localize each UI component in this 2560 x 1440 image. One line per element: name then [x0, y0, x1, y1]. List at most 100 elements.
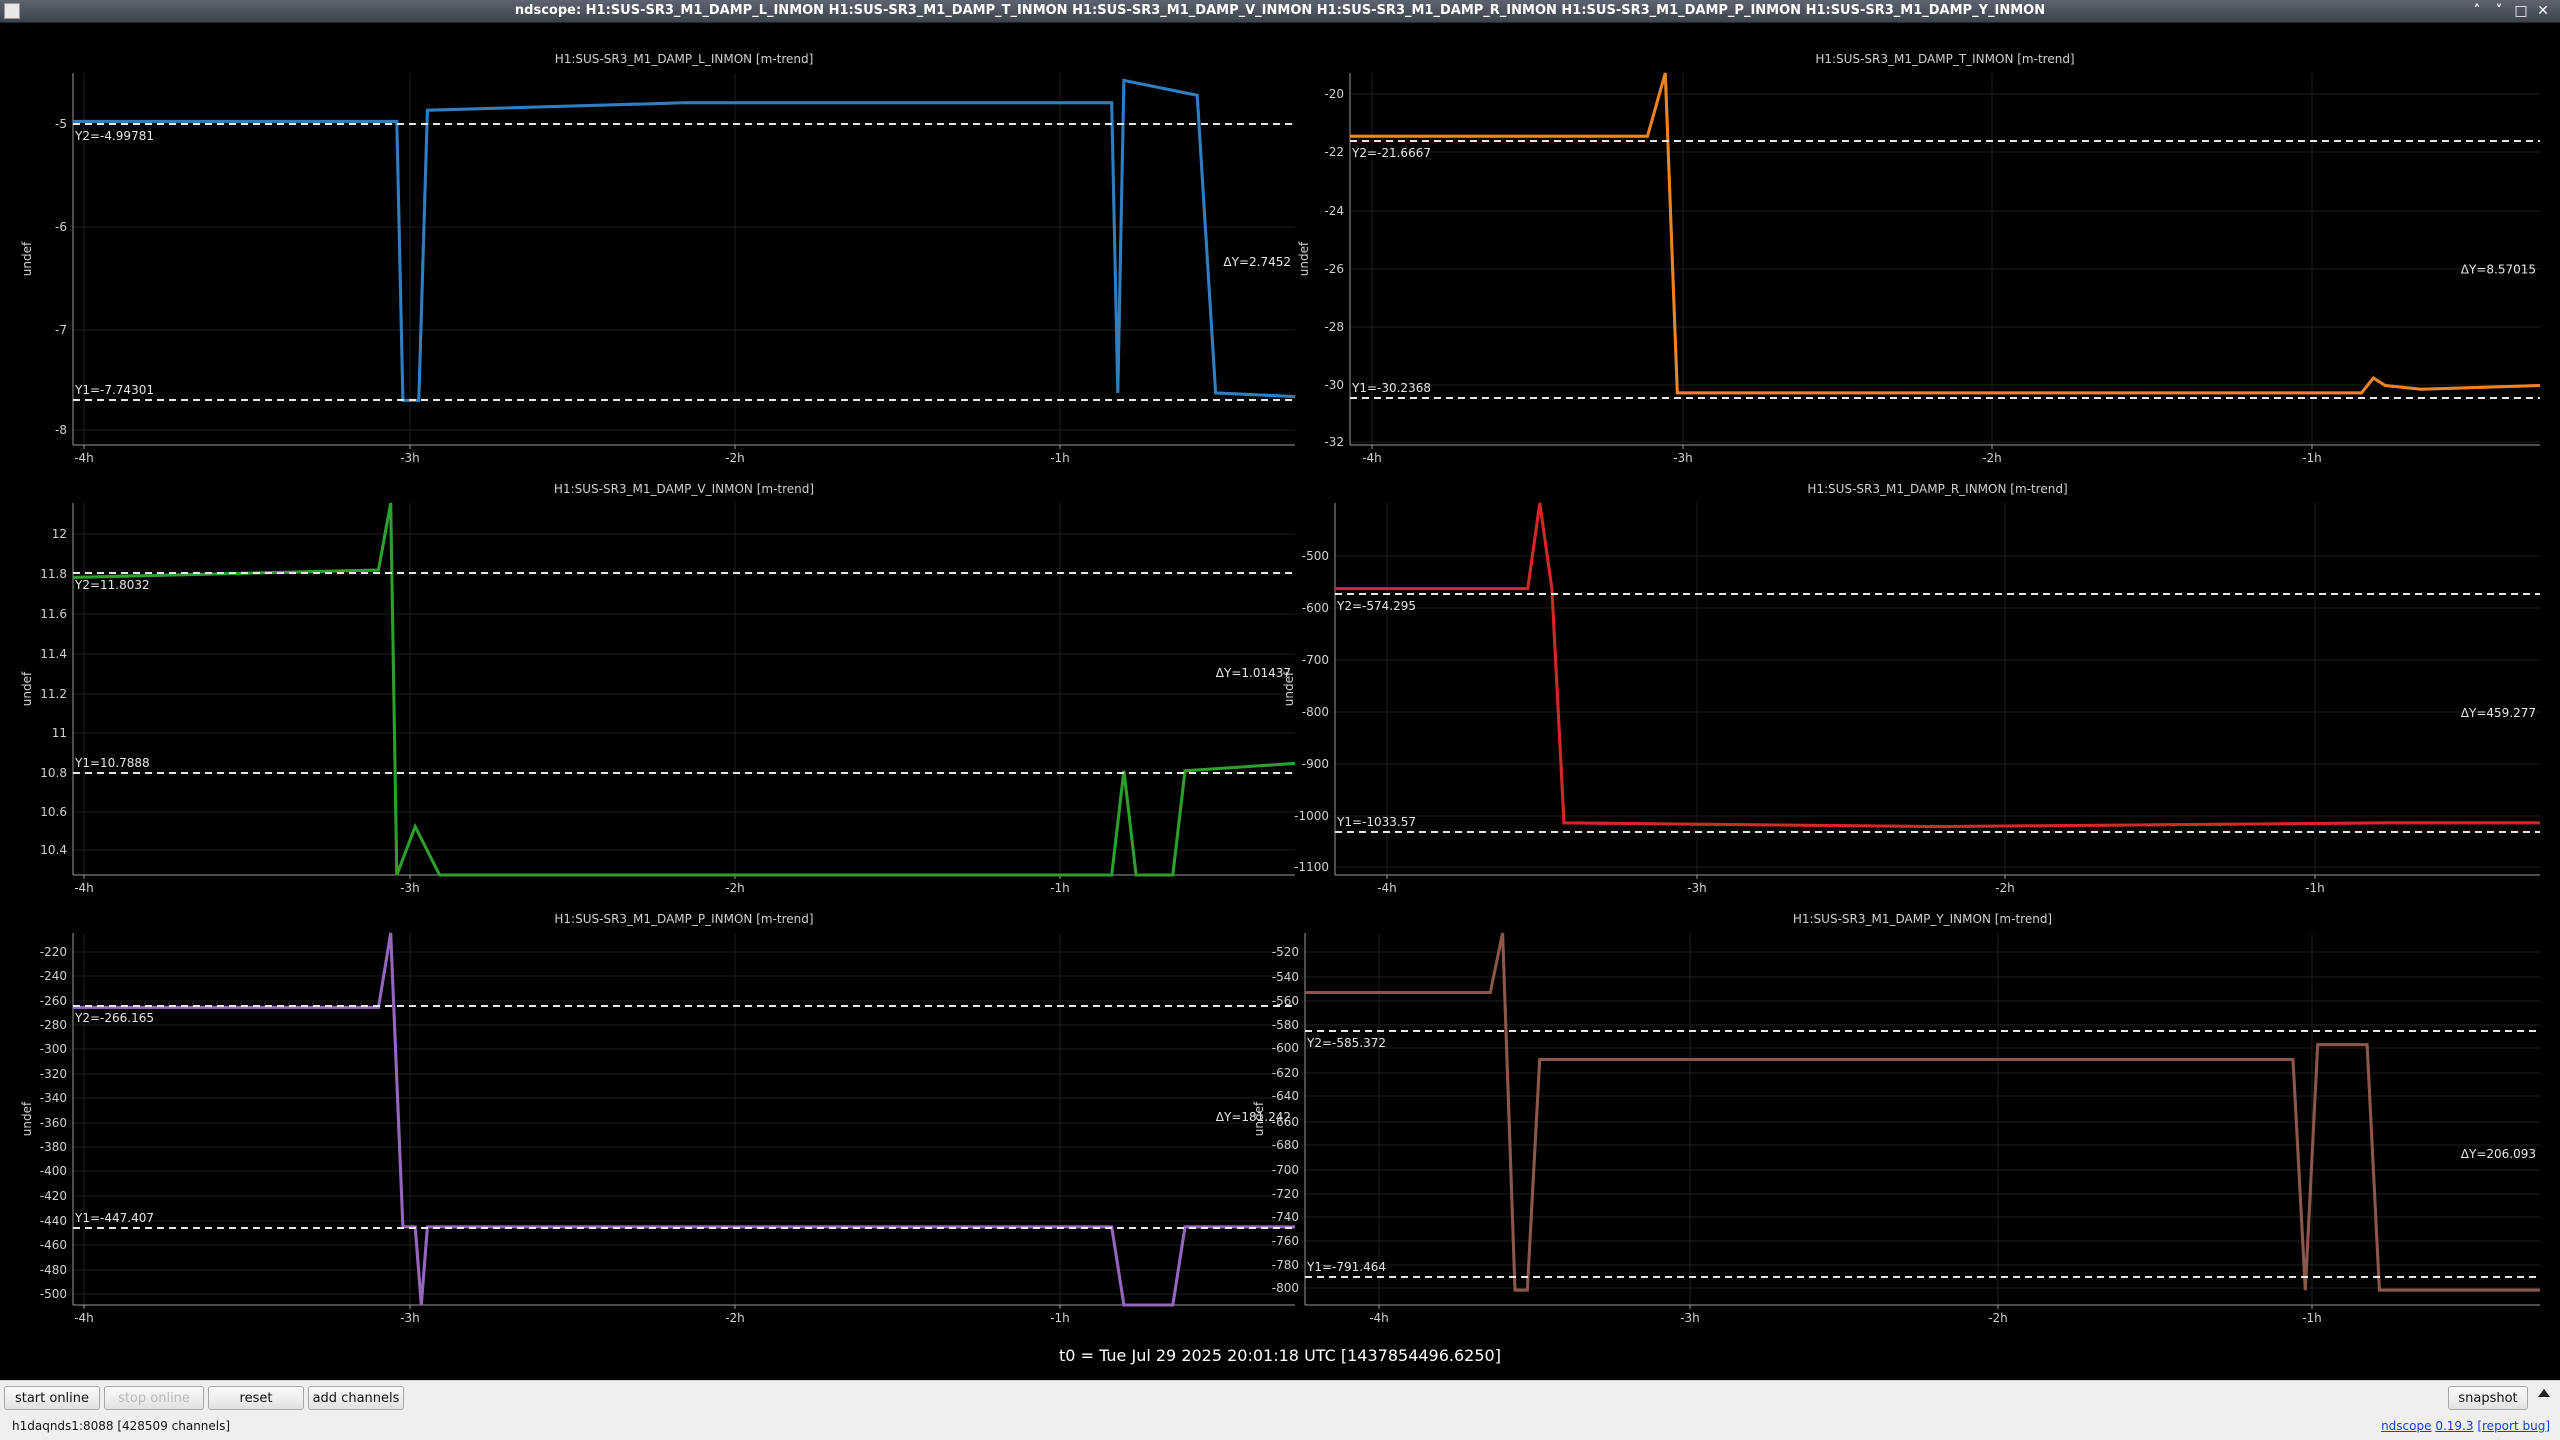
y-tick-label: -1000 — [1294, 809, 1329, 823]
plot-title: H1:SUS-SR3_M1_DAMP_P_INMON [m-trend] — [554, 912, 813, 926]
y-tick-label: -280 — [40, 1018, 67, 1032]
y-tick-label: 11.2 — [40, 687, 67, 701]
y-tick-label: 10.8 — [40, 766, 67, 780]
plot-panel[interactable]: H1:SUS-SR3_M1_DAMP_V_INMON [m-trend] unde… — [20, 482, 1296, 895]
reset-button[interactable]: reset — [208, 1386, 304, 1410]
y-axis-label: undef — [1282, 671, 1296, 706]
trace-minmax — [73, 932, 1295, 1307]
delta-y-label: ΔY=8.57015 — [2461, 263, 2536, 277]
y-tick-label: -440 — [40, 1214, 67, 1228]
plot-title: H1:SUS-SR3_M1_DAMP_Y_INMON [m-trend] — [1793, 912, 2052, 926]
x-tick-label: -3h — [400, 881, 420, 895]
y-tick-label: -30 — [1324, 378, 1344, 392]
plot-title: H1:SUS-SR3_M1_DAMP_V_INMON [m-trend] — [554, 482, 814, 496]
trace-minmax — [1350, 72, 2541, 395]
y-axis-label: undef — [20, 241, 34, 276]
y1-cursor-label: Y1=-7.74301 — [74, 383, 154, 397]
y-tick-label: -220 — [40, 945, 67, 959]
y-tick-label: -6 — [55, 220, 67, 234]
y-tick-label: -500 — [40, 1287, 67, 1301]
y-tick-label: -560 — [1272, 994, 1299, 1008]
x-tick-label: -4h — [1377, 881, 1397, 895]
trace-mean — [1305, 932, 2540, 1292]
y-tick-label: -420 — [40, 1189, 67, 1203]
x-tick-label: -3h — [1687, 881, 1707, 895]
x-tick-label: -4h — [1362, 451, 1382, 465]
y-tick-label: -240 — [40, 969, 67, 983]
y-tick-label: 10.4 — [40, 843, 67, 857]
start-online-button[interactable]: start online — [4, 1386, 100, 1410]
x-tick-label: -4h — [74, 451, 94, 465]
y-tick-label: -500 — [1302, 549, 1329, 563]
y-axis-label: undef — [1252, 1101, 1266, 1136]
t0-label: t0 = Tue Jul 29 2025 20:01:18 UTC [14378… — [1059, 1346, 1501, 1365]
x-tick-label: -4h — [74, 1311, 94, 1325]
y-tick-label: 12 — [52, 527, 67, 541]
delta-y-label: ΔY=206.093 — [2461, 1147, 2536, 1161]
y-tick-label: -580 — [1272, 1018, 1299, 1032]
y-tick-label: 11.8 — [40, 567, 67, 581]
y-tick-label: -5 — [55, 117, 67, 131]
y-tick-label: -320 — [40, 1067, 67, 1081]
x-tick-label: -1h — [1050, 451, 1070, 465]
ndscope-link[interactable]: ndscope — [2381, 1419, 2431, 1433]
y-tick-label: -900 — [1302, 757, 1329, 771]
y-tick-label: -1100 — [1294, 860, 1329, 874]
delta-y-label: ΔY=459.277 — [2461, 706, 2536, 720]
y2-cursor-label: Y2=-585.372 — [1306, 1036, 1386, 1050]
y-axis-label: undef — [20, 1101, 34, 1136]
y-tick-label: 11.6 — [40, 607, 67, 621]
y-tick-label: -600 — [1272, 1041, 1299, 1055]
y-tick-label: -8 — [55, 423, 67, 437]
y-tick-label: -24 — [1324, 204, 1344, 218]
y1-cursor-label: Y1=-791.464 — [1306, 1260, 1386, 1274]
x-tick-label: -2h — [725, 881, 745, 895]
y2-cursor-label: Y2=-4.99781 — [74, 129, 154, 143]
y-tick-label: -700 — [1302, 653, 1329, 667]
x-tick-label: -2h — [725, 451, 745, 465]
report-bug-link[interactable]: [report bug] — [2477, 1419, 2550, 1433]
trace-mean — [1350, 72, 2541, 395]
plot-panel[interactable]: H1:SUS-SR3_M1_DAMP_Y_INMON [m-trend] unde… — [1252, 912, 2540, 1325]
y-tick-label: -740 — [1272, 1210, 1299, 1224]
x-tick-label: -2h — [725, 1311, 745, 1325]
plot-panel[interactable]: H1:SUS-SR3_M1_DAMP_T_INMON [m-trend] unde… — [1297, 52, 2541, 465]
trace-minmax — [1335, 502, 2540, 829]
y-tick-label: -700 — [1272, 1163, 1299, 1177]
expand-icon[interactable] — [2538, 1389, 2550, 1397]
y-tick-label: -660 — [1272, 1115, 1299, 1129]
x-tick-label: -3h — [400, 1311, 420, 1325]
y1-cursor-label: Y1=-447.407 — [74, 1211, 154, 1225]
add-channels-button[interactable]: add channels — [308, 1386, 404, 1410]
y-tick-label: 11 — [52, 726, 67, 740]
trace-mean — [73, 78, 1296, 402]
y-tick-label: -28 — [1324, 320, 1344, 334]
server-status: h1daqnds1:8088 [428509 channels] — [12, 1419, 231, 1433]
x-tick-label: -3h — [1680, 1311, 1700, 1325]
plot-title: H1:SUS-SR3_M1_DAMP_L_INMON [m-trend] — [555, 52, 814, 66]
delta-y-label: ΔY=1.01437 — [1216, 666, 1291, 680]
y-tick-label: -540 — [1272, 970, 1299, 984]
plot-panel[interactable]: H1:SUS-SR3_M1_DAMP_P_INMON [m-trend] unde… — [20, 912, 1295, 1325]
y2-cursor-label: Y2=-21.6667 — [1351, 146, 1431, 160]
y-axis-label: undef — [20, 671, 34, 706]
y1-cursor-label: Y1=10.7888 — [74, 756, 150, 770]
y-tick-label: -20 — [1324, 87, 1344, 101]
x-tick-label: -2h — [1988, 1311, 2008, 1325]
y-tick-label: -640 — [1272, 1089, 1299, 1103]
trace-mean — [72, 502, 1296, 877]
plot-panel[interactable]: H1:SUS-SR3_M1_DAMP_R_INMON [m-trend] unde… — [1282, 482, 2540, 895]
stop-online-button[interactable]: stop online — [104, 1386, 204, 1410]
snapshot-button[interactable]: snapshot — [2448, 1386, 2528, 1410]
x-tick-label: -3h — [1673, 451, 1693, 465]
y-tick-label: -520 — [1272, 945, 1299, 959]
x-tick-label: -1h — [1050, 1311, 1070, 1325]
plot-area[interactable]: H1:SUS-SR3_M1_DAMP_L_INMON [m-trend] unde… — [0, 0, 2560, 1340]
x-tick-label: -2h — [1982, 451, 2002, 465]
x-tick-label: -1h — [2305, 881, 2325, 895]
y-tick-label: -340 — [40, 1091, 67, 1105]
y-tick-label: -600 — [1302, 601, 1329, 615]
y-tick-label: -620 — [1272, 1066, 1299, 1080]
version-link[interactable]: 0.19.3 — [2435, 1419, 2473, 1433]
plot-panel[interactable]: H1:SUS-SR3_M1_DAMP_L_INMON [m-trend] unde… — [20, 52, 1296, 465]
